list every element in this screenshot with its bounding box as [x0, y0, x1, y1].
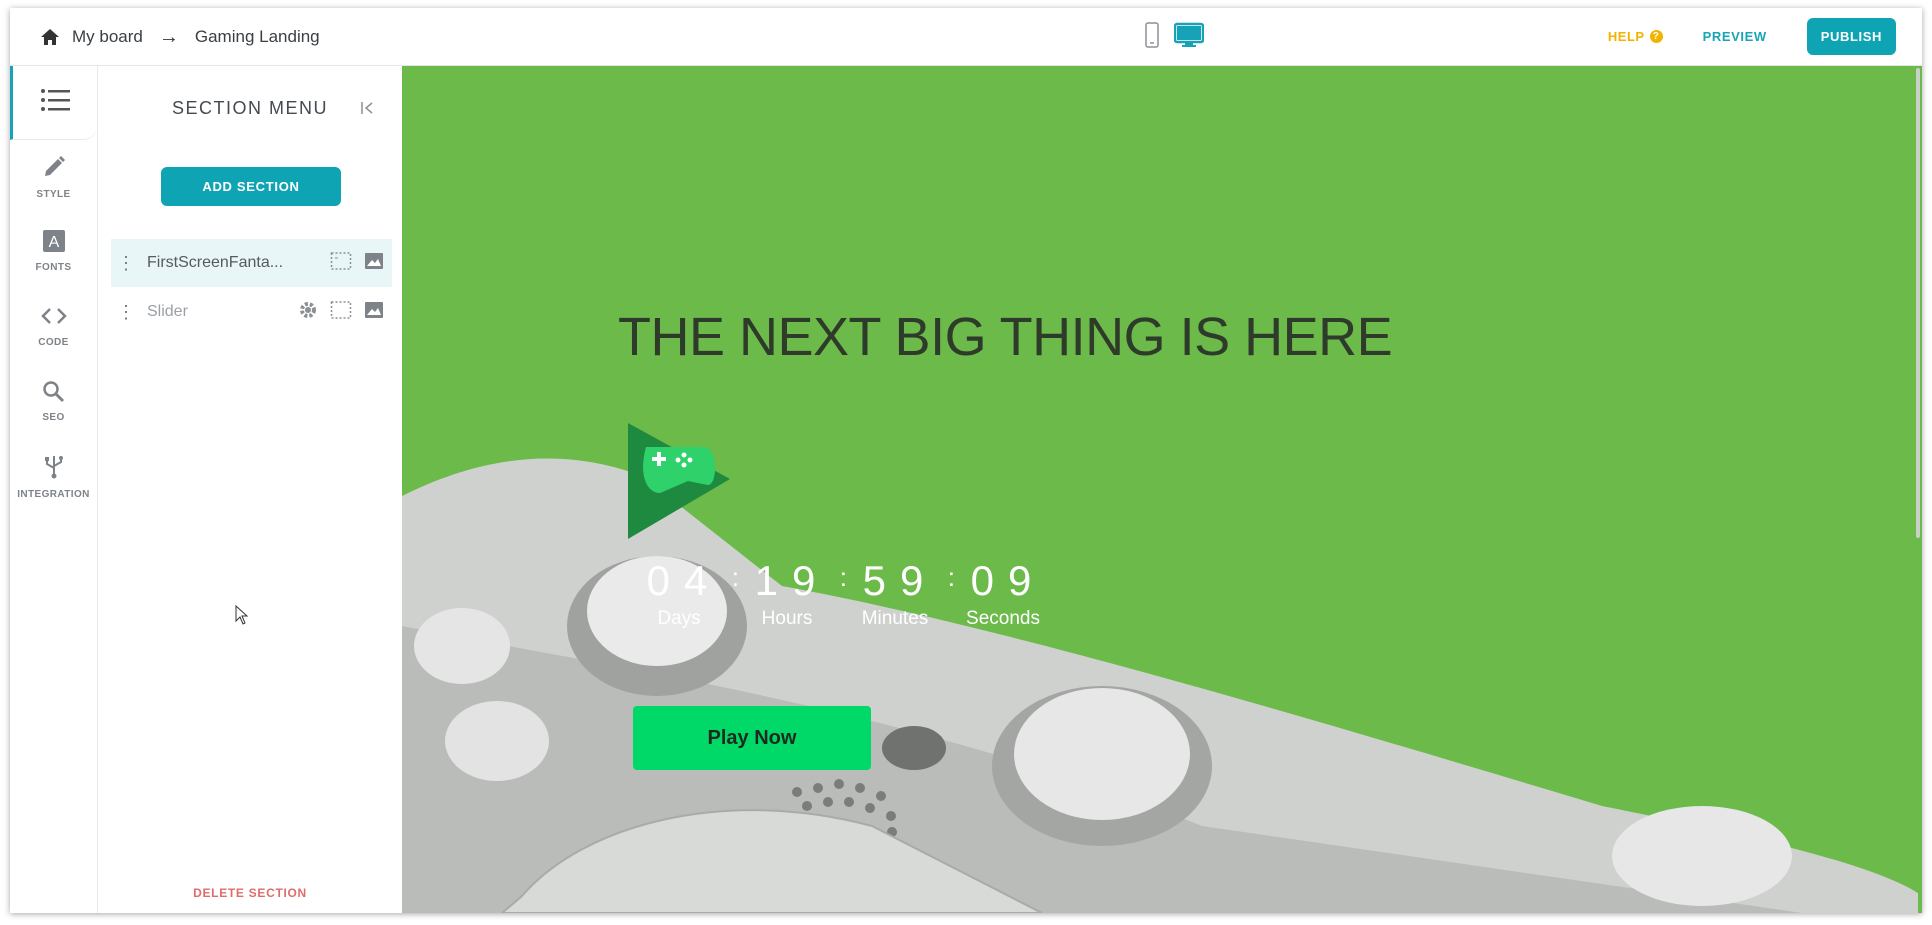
top-actions: HELP ? PREVIEW PUBLISH — [1608, 18, 1896, 55]
countdown-hours: 19 Hours : — [733, 556, 847, 630]
font-icon: A — [42, 229, 66, 258]
countdown-value: 04 — [646, 557, 722, 604]
section-menu-toggle[interactable] — [10, 66, 97, 140]
tool-rail: STYLE A FONTS CODE SEO INTEGRATION — [10, 66, 98, 913]
add-section-button[interactable]: ADD SECTION — [161, 167, 341, 206]
editor-window: My board → Gaming Landing HELP ? PREVIEW… — [10, 8, 1922, 913]
play-now-button[interactable]: Play Now — [633, 706, 871, 770]
breadcrumb-board[interactable]: My board — [72, 27, 143, 47]
countdown-days: 04 Days : — [625, 556, 739, 630]
rail-style[interactable]: STYLE — [10, 154, 97, 215]
rail-style-label: STYLE — [36, 189, 71, 200]
svg-text:A: A — [48, 234, 59, 251]
breadcrumb: My board → Gaming Landing — [40, 8, 320, 66]
countdown-value: 59 — [862, 557, 938, 604]
rail-seo[interactable]: SEO — [10, 379, 97, 440]
code-icon — [40, 304, 68, 333]
background-frame-icon[interactable] — [330, 251, 352, 276]
rail-code-label: CODE — [38, 337, 69, 348]
countdown-seconds: 09 Seconds — [949, 556, 1057, 630]
countdown-timer: 04 Days : 19 Hours : 59 Minutes : 09 Sec… — [625, 556, 1057, 630]
rail-integration[interactable]: INTEGRATION — [10, 454, 97, 515]
countdown-label: Seconds — [966, 608, 1040, 629]
breadcrumb-separator: → — [158, 25, 179, 48]
countdown-minutes: 59 Minutes : — [841, 556, 955, 630]
help-label: HELP — [1607, 29, 1645, 44]
hero-headline: THE NEXT BIG THING IS HERE — [618, 307, 1393, 367]
rail-fonts[interactable]: A FONTS — [10, 229, 97, 290]
collapse-panel-icon[interactable] — [360, 100, 376, 121]
countdown-label: Hours — [761, 608, 813, 629]
section-row-actions — [298, 300, 384, 325]
publish-button[interactable]: PUBLISH — [1806, 18, 1896, 55]
section-row[interactable]: ⋮ Slider — [111, 288, 392, 336]
mobile-icon[interactable] — [1144, 22, 1160, 53]
drag-handle-icon[interactable]: ⋮ — [111, 254, 141, 272]
gamepad-logo-icon — [626, 423, 730, 544]
section-row[interactable]: ⋮ FirstScreenFanta... — [111, 239, 392, 287]
page-canvas[interactable]: THE NEXT BIG THING IS HERE 04 Days : 19 … — [402, 66, 1922, 913]
panel-title: SECTION MENU — [171, 98, 328, 118]
pencil-icon — [41, 154, 67, 185]
image-icon[interactable] — [364, 301, 384, 324]
usb-icon — [43, 454, 65, 485]
countdown-value: 09 — [970, 557, 1046, 604]
home-icon[interactable] — [40, 28, 60, 46]
section-menu-panel: SECTION MENU ADD SECTION ⋮ FirstScreenFa… — [98, 66, 402, 913]
list-icon — [40, 88, 70, 117]
rail-code[interactable]: CODE — [10, 304, 97, 365]
breadcrumb-page[interactable]: Gaming Landing — [195, 27, 320, 47]
section-name: Slider — [147, 303, 188, 320]
delete-section-button[interactable]: DELETE SECTION — [98, 886, 402, 900]
canvas-scrollbar[interactable] — [1916, 68, 1920, 538]
top-bar: My board → Gaming Landing HELP ? PREVIEW… — [10, 8, 1922, 66]
countdown-label: Minutes — [861, 608, 929, 629]
rail-fonts-label: FONTS — [35, 262, 72, 273]
drag-handle-icon[interactable]: ⋮ — [111, 303, 141, 321]
rail-seo-label: SEO — [42, 412, 65, 423]
countdown-label: Days — [657, 608, 701, 629]
section-row-actions — [330, 251, 384, 276]
device-switcher — [1144, 22, 1205, 53]
help-link[interactable]: HELP ? — [1608, 29, 1663, 44]
desktop-icon[interactable] — [1173, 22, 1205, 53]
preview-button[interactable]: PREVIEW — [1703, 29, 1767, 44]
search-icon — [41, 379, 67, 408]
mouse-cursor-icon — [235, 604, 249, 630]
question-icon: ? — [1649, 30, 1663, 43]
background-frame-icon[interactable] — [330, 300, 352, 325]
section-name: FirstScreenFanta... — [147, 254, 284, 271]
gear-icon[interactable] — [298, 300, 318, 325]
countdown-value: 19 — [754, 557, 830, 604]
rail-integration-label: INTEGRATION — [17, 489, 90, 500]
image-icon[interactable] — [364, 252, 384, 275]
